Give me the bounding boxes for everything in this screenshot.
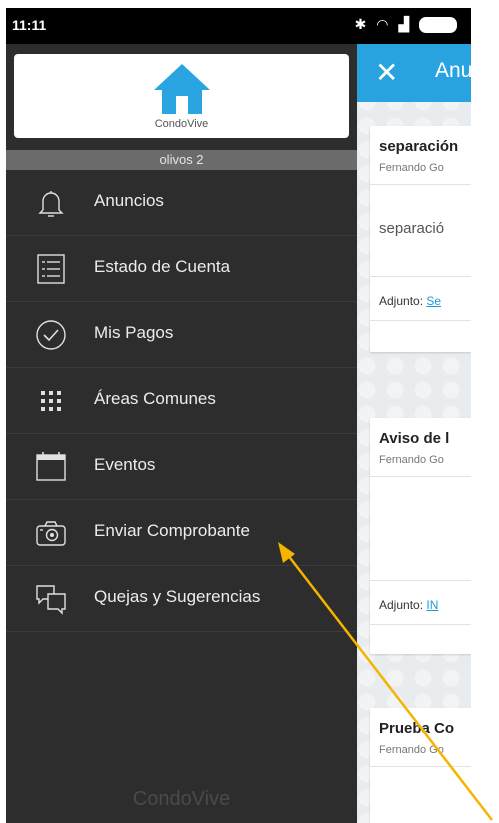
menu-label: Mis Pagos [94,323,174,342]
drawer-footer-logo: CondoVive [132,788,231,810]
condo-name: olivos 2 [6,150,357,170]
card-divider [370,184,471,185]
app-bar: ✕ Anuncios [357,44,471,102]
grid-icon [41,391,61,411]
card-divider [370,476,471,477]
card-divider [370,320,471,321]
announcement-card[interactable]: Prueba Co Fernando Go [370,708,471,823]
check-circle-icon [36,320,66,350]
drawer-menu: Anuncios Estado de Cuenta Mis Pagos Área… [6,170,357,632]
status-bar: 11:11 ✱ ◠ ▟ [6,8,471,44]
menu-label: Estado de Cuenta [94,257,231,276]
menu-item-areas-comunes[interactable]: Áreas Comunes [6,368,357,434]
attachment-link[interactable]: Se [426,294,441,308]
house-logo-icon [154,64,210,114]
battery-icon [419,17,457,34]
card-title: Prueba Co [379,720,455,737]
menu-label: Áreas Comunes [94,389,216,408]
status-icons: ✱ ◠ ▟ [354,16,457,34]
close-icon[interactable]: ✕ [375,56,398,89]
announcements-content: ✕ Anuncios separación Fernando Go separa… [357,44,471,823]
card-title: separación [379,138,459,155]
app-bar-title: Anuncios [435,59,471,82]
chat-icon [36,585,66,615]
attachment-label: Adjunto: [379,294,424,308]
calendar-icon [36,452,66,481]
menu-label: Anuncios [94,191,164,210]
menu-item-mis-pagos[interactable]: Mis Pagos [6,302,357,368]
menu-item-enviar-comprobante[interactable]: Enviar Comprobante [6,500,357,566]
signal-icon: ▟ [398,16,413,32]
attachment-link[interactable]: IN [426,598,438,612]
announcement-card[interactable]: Aviso de l Fernando Go Adjunto: IN [370,418,471,654]
status-time: 11:11 [12,17,47,33]
card-divider [370,580,471,581]
menu-item-quejas-y-sugerencias[interactable]: Quejas y Sugerencias [6,566,357,632]
phone-screen: 11:11 ✱ ◠ ▟ CondoVive olivos 2 Anuncios [6,8,471,823]
card-divider [370,276,471,277]
card-title: Aviso de l [379,430,450,447]
menu-item-estado-de-cuenta[interactable]: Estado de Cuenta [6,236,357,302]
attachment-label: Adjunto: [379,598,424,612]
camera-icon [36,521,66,546]
card-divider [370,766,471,767]
announcement-card[interactable]: separación Fernando Go separació Adjunto… [370,126,471,352]
card-author: Fernando Go [379,162,444,174]
navigation-drawer: CondoVive olivos 2 Anuncios Estado de Cu… [6,44,357,823]
card-attachment: Adjunto: Se [379,294,441,308]
menu-item-anuncios[interactable]: Anuncios [6,170,357,236]
menu-label: Quejas y Sugerencias [94,587,261,606]
bluetooth-icon: ✱ [354,16,370,32]
logo-text: CondoVive [154,118,209,130]
bell-icon [38,191,64,217]
menu-label: Enviar Comprobante [94,521,250,540]
card-author: Fernando Go [379,454,444,466]
card-author: Fernando Go [379,744,444,756]
menu-item-eventos[interactable]: Eventos [6,434,357,500]
logo-card: CondoVive [14,54,349,138]
menu-label: Eventos [94,455,156,474]
list-icon [37,254,65,284]
card-body: separació [379,220,445,237]
card-attachment: Adjunto: IN [379,598,438,612]
card-divider [370,624,471,625]
wifi-icon: ◠ [376,16,392,32]
